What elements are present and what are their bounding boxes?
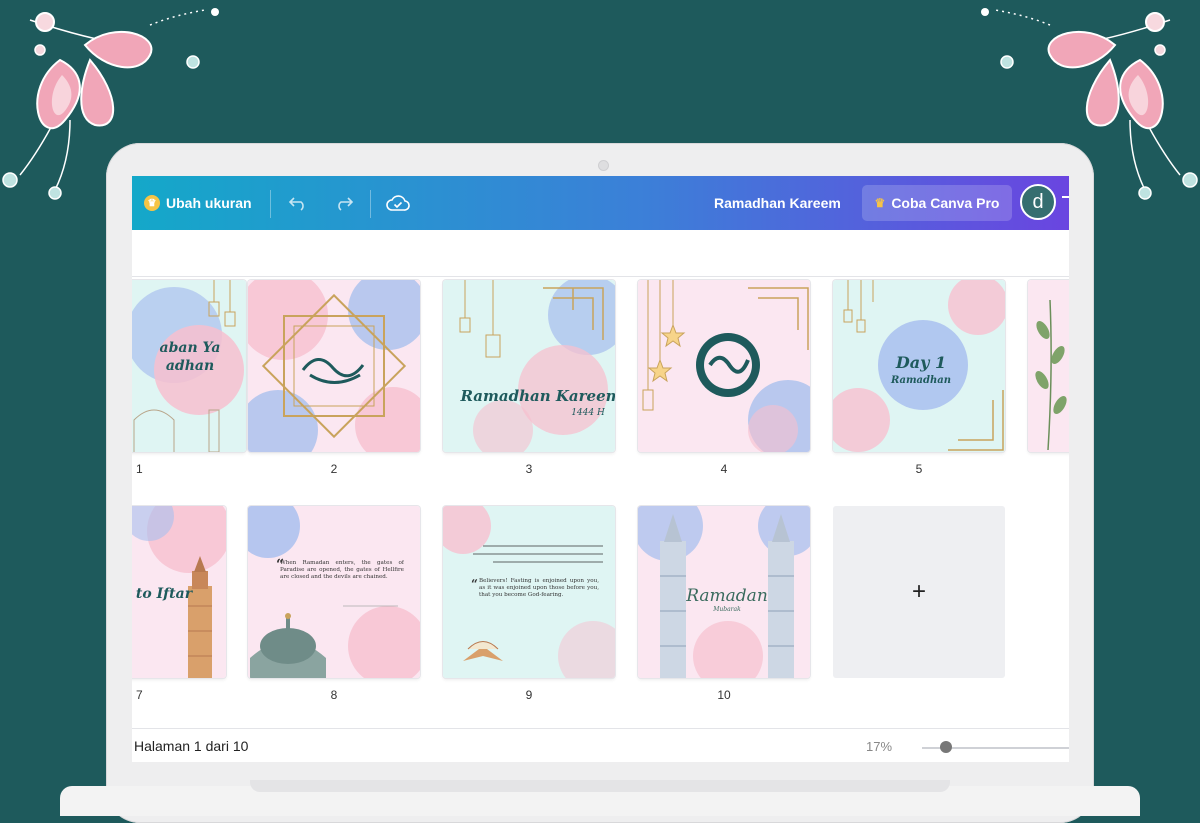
page-design (1028, 280, 1069, 452)
resize-label: Ubah ukuran (166, 195, 252, 211)
page-thumbnail[interactable] (248, 280, 420, 452)
svg-text:1444 H: 1444 H (571, 408, 605, 418)
top-toolbar: ♛ Ubah ukuran Ramadhan Kareem ♛ Coba Can… (132, 176, 1069, 230)
zoom-level[interactable]: 17% (866, 729, 892, 762)
canva-app-screen: ♛ Ubah ukuran Ramadhan Kareem ♛ Coba Can… (132, 176, 1069, 762)
page-thumbnail[interactable]: to Iftar (132, 506, 226, 678)
page-design: “ When Ramadan enters, the gates of Para… (248, 506, 420, 678)
page-design: Ramadhan Kareem 1444 H (443, 280, 615, 452)
redo-icon (338, 197, 354, 211)
page-number: 2 (330, 462, 338, 476)
toolbar-divider (270, 190, 271, 218)
redo-button[interactable] (328, 176, 360, 230)
page-number: 4 (720, 462, 728, 476)
page-number: 8 (330, 688, 338, 702)
svg-text:Ramadhan: Ramadhan (890, 375, 951, 386)
toolbar-divider (370, 190, 371, 218)
try-canva-pro-button[interactable]: ♛ Coba Canva Pro (862, 185, 1012, 221)
page-thumbnail[interactable]: Day 1 Ramadhan (833, 280, 1005, 452)
undo-icon (288, 197, 304, 211)
zoom-slider-handle[interactable] (940, 741, 952, 753)
page-number: 5 (915, 462, 923, 476)
page-design (638, 280, 810, 452)
page-thumbnail[interactable] (1028, 280, 1069, 452)
page-8-quote: When Ramadan enters, the gates of Paradi… (280, 560, 404, 581)
page-10-title: Ramadan (685, 586, 768, 606)
page-9-quote: Believers! Fasting is enjoined upon you,… (479, 578, 599, 599)
page-number: 3 (525, 462, 533, 476)
page-design (248, 280, 420, 452)
page-thumbnail[interactable]: aban Ya adhan (132, 280, 246, 452)
page-design: to Iftar (132, 506, 226, 678)
page-thumbnail[interactable]: “ Believers! Fasting is enjoined upon yo… (443, 506, 615, 678)
page-7-title: to Iftar (136, 586, 194, 602)
page-thumbnail[interactable]: “ When Ramadan enters, the gates of Para… (248, 506, 420, 678)
page-thumbnail[interactable]: Ramadan Mubarak (638, 506, 810, 678)
document-title[interactable]: Ramadhan Kareem (714, 176, 841, 230)
svg-text:aban Ya: aban Ya (160, 340, 221, 356)
crown-icon: ♛ (874, 196, 886, 210)
page-number: 10 (717, 688, 731, 702)
pro-label: Coba Canva Pro (891, 195, 1000, 211)
cloud-check-icon (386, 195, 410, 211)
resize-button[interactable]: ♛ Ubah ukuran (144, 176, 252, 230)
laptop-camera (598, 160, 609, 171)
secondary-toolbar (132, 230, 1069, 277)
avatar[interactable]: d (1020, 184, 1056, 220)
add-page-button[interactable]: + (833, 506, 1005, 678)
page-design: aban Ya adhan (132, 280, 246, 452)
laptop-base-notch (250, 780, 950, 792)
page-grid: aban Ya adhan 1 2 Ramadhan Kareem 1444 H… (132, 276, 1069, 728)
page-number: 9 (525, 688, 533, 702)
page-design: Day 1 Ramadhan (833, 280, 1005, 452)
crown-icon: ♛ (144, 195, 160, 211)
page-thumbnail[interactable]: Ramadhan Kareem 1444 H (443, 280, 615, 452)
page-design: “ Believers! Fasting is enjoined upon yo… (443, 506, 615, 678)
svg-text:adhan: adhan (166, 358, 214, 374)
undo-button[interactable] (282, 176, 314, 230)
page-count-label: Halaman 1 dari 10 (134, 738, 249, 754)
page-10-subtitle: Mubarak (712, 606, 741, 613)
svg-text:Ramadhan Kareem: Ramadhan Kareem (460, 387, 615, 405)
svg-text:“: “ (471, 577, 478, 591)
svg-text:Day 1: Day 1 (895, 353, 946, 372)
page-design: Ramadan Mubarak (638, 506, 810, 678)
footer-bar: Halaman 1 dari 10 17% (132, 728, 1069, 762)
save-status-button[interactable] (382, 176, 414, 230)
page-thumbnail[interactable] (638, 280, 810, 452)
more-icon[interactable] (1062, 196, 1069, 198)
